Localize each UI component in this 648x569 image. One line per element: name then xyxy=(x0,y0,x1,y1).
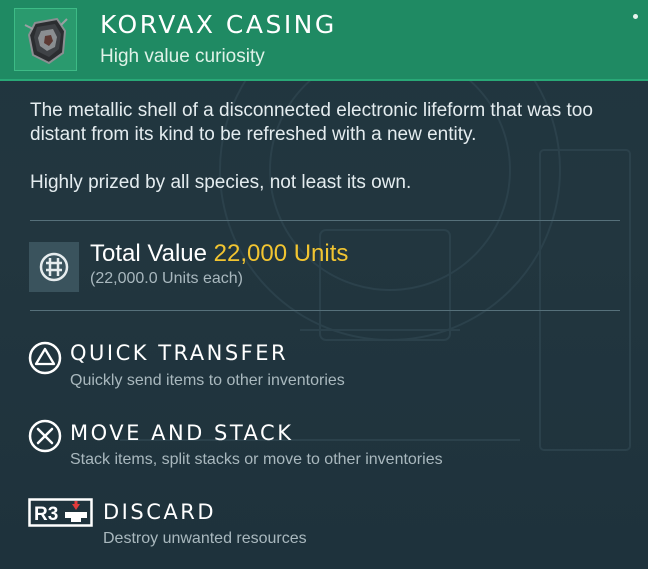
item-tooltip-panel: KORVAX CASING High value curiosity The m… xyxy=(0,0,648,569)
item-subtitle: High value curiosity xyxy=(100,46,265,67)
move-and-stack-hint: Stack items, split stacks or move to oth… xyxy=(70,451,443,468)
r3-button-text: R3 xyxy=(34,504,58,525)
triangle-button-icon xyxy=(28,341,62,375)
cross-button-icon xyxy=(28,419,62,453)
discard-hint: Destroy unwanted resources xyxy=(103,530,307,547)
korvax-casing-icon xyxy=(14,8,77,71)
description-paragraph: Highly prized by all species, not least … xyxy=(30,172,412,193)
r3-button-icon: R3 xyxy=(28,498,93,527)
item-title: KORVAX CASING xyxy=(100,10,337,39)
units-currency-icon xyxy=(29,242,79,292)
move-and-stack-action[interactable]: MOVE AND STACK Stack items, split stacks… xyxy=(0,418,648,478)
move-and-stack-label: MOVE AND STACK xyxy=(70,421,294,445)
quick-transfer-action[interactable]: QUICK TRANSFER Quickly send items to oth… xyxy=(0,338,648,398)
quick-transfer-label: QUICK TRANSFER xyxy=(70,341,289,365)
total-value: Total Value 22,000 Units xyxy=(90,240,348,268)
discard-label: DISCARD xyxy=(103,500,216,524)
item-header: KORVAX CASING High value curiosity xyxy=(0,0,648,81)
quick-transfer-hint: Quickly send items to other inventories xyxy=(70,372,345,389)
item-description: The metallic shell of a disconnected ele… xyxy=(30,99,630,195)
description-paragraph: The metallic shell of a disconnected ele… xyxy=(30,100,593,145)
unit-value-each: (22,000.0 Units each) xyxy=(90,270,243,287)
divider xyxy=(30,310,620,311)
total-value-amount: 22,000 Units xyxy=(213,240,349,267)
total-value-label: Total Value xyxy=(90,240,207,267)
divider xyxy=(30,220,620,221)
discard-action[interactable]: R3 DISCARD Destroy unwanted resources xyxy=(0,497,648,557)
header-indicator-dot xyxy=(633,14,638,19)
